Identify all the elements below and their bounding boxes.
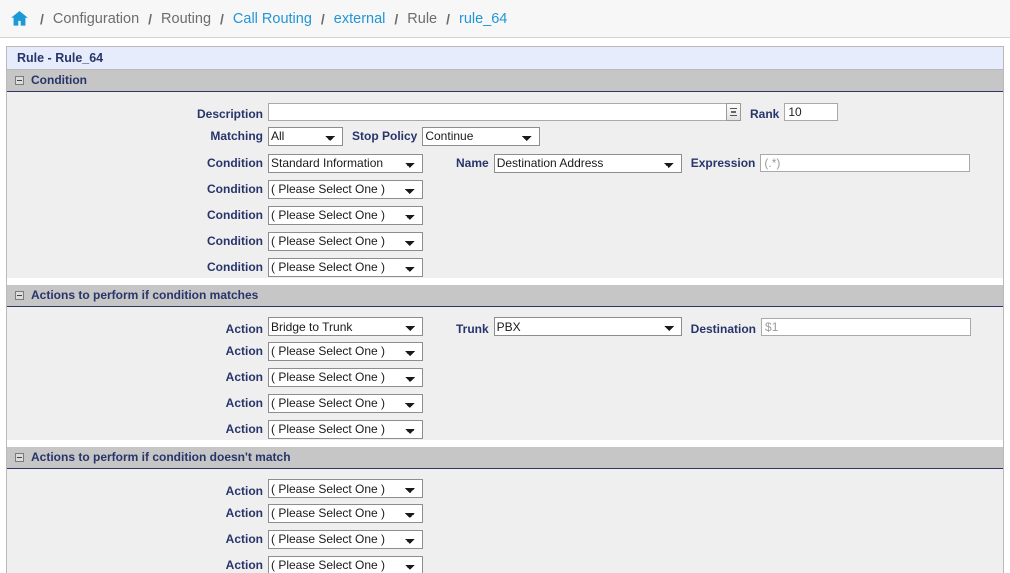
action-label-m5: Action bbox=[225, 422, 263, 436]
condition-select-4[interactable]: ( Please Select One ) bbox=[268, 231, 423, 251]
action-select-n2[interactable]: ( Please Select One ) bbox=[268, 503, 423, 523]
collapse-minus-icon[interactable] bbox=[15, 75, 24, 85]
breadcrumb-separator: / bbox=[320, 10, 325, 27]
stop-policy-label: Stop Policy bbox=[352, 129, 418, 143]
rank-label: Rank bbox=[750, 107, 780, 121]
breadcrumb-separator: / bbox=[40, 10, 44, 27]
action-label-n1: Action bbox=[225, 484, 263, 498]
breadcrumb-separator: / bbox=[394, 10, 399, 27]
condition-label-1: Condition bbox=[207, 156, 263, 170]
condition-label-5: Condition bbox=[207, 260, 263, 274]
condition-name-select[interactable]: Destination Address bbox=[493, 153, 682, 173]
breadcrumb-item-external[interactable]: external bbox=[334, 11, 386, 27]
action-label-m3: Action bbox=[225, 370, 263, 384]
text-picker-icon[interactable] bbox=[726, 103, 741, 121]
section-body-actions-nomatch: Action ( Please Select One ) Action ( Pl… bbox=[7, 469, 1003, 573]
condition-select-3[interactable]: ( Please Select One ) bbox=[268, 205, 423, 225]
condition-select-1[interactable]: Standard Information bbox=[268, 153, 423, 173]
section-header-actions-match[interactable]: Actions to perform if condition matches bbox=[7, 285, 1003, 307]
rule-panel: Rule - Rule_64 Condition Description Ran… bbox=[6, 46, 1004, 573]
collapse-minus-icon[interactable] bbox=[15, 452, 24, 462]
breadcrumb-item-configuration[interactable]: Configuration bbox=[53, 11, 139, 27]
breadcrumb-separator: / bbox=[446, 10, 450, 27]
matching-select[interactable]: All bbox=[268, 126, 343, 146]
breadcrumb: / Configuration / Routing / Call Routing… bbox=[0, 0, 1010, 38]
section-title-actions-nomatch: Actions to perform if condition doesn't … bbox=[31, 449, 291, 464]
condition-select-5[interactable]: ( Please Select One ) bbox=[268, 257, 423, 277]
action-select-m2[interactable]: ( Please Select One ) bbox=[268, 341, 423, 361]
section-title-condition: Condition bbox=[31, 72, 87, 87]
action-label-m1: Action bbox=[225, 322, 263, 336]
name-label: Name bbox=[456, 156, 489, 170]
action-select-n4[interactable]: ( Please Select One ) bbox=[268, 555, 423, 573]
description-input[interactable] bbox=[268, 103, 727, 121]
home-icon[interactable] bbox=[10, 9, 29, 28]
condition-label-3: Condition bbox=[207, 208, 263, 222]
expression-label: Expression bbox=[690, 156, 756, 170]
description-label: Description bbox=[196, 107, 263, 121]
action-select-m3[interactable]: ( Please Select One ) bbox=[268, 367, 423, 387]
collapse-minus-icon[interactable] bbox=[15, 290, 24, 300]
action-select-m1[interactable]: Bridge to Trunk bbox=[268, 317, 423, 336]
breadcrumb-item-rule-64[interactable]: rule_64 bbox=[459, 11, 507, 27]
action-label-n3: Action bbox=[225, 532, 263, 546]
trunk-select[interactable]: PBX bbox=[493, 317, 682, 336]
condition-label-2: Condition bbox=[207, 182, 263, 196]
breadcrumb-separator: / bbox=[220, 10, 224, 27]
section-body-condition: Description Rank Matching All Stop Polic… bbox=[7, 92, 1003, 278]
rank-input[interactable] bbox=[784, 103, 839, 121]
breadcrumb-item-routing[interactable]: Routing bbox=[161, 11, 211, 27]
destination-label: Destination bbox=[690, 322, 757, 336]
page-title: Rule - Rule_64 bbox=[7, 47, 1003, 70]
condition-label-4: Condition bbox=[207, 234, 263, 248]
trunk-label: Trunk bbox=[456, 322, 489, 336]
breadcrumb-item-rule[interactable]: Rule bbox=[407, 11, 437, 27]
section-title-actions-match: Actions to perform if condition matches bbox=[31, 287, 259, 302]
action-select-m4[interactable]: ( Please Select One ) bbox=[268, 393, 423, 413]
action-select-n3[interactable]: ( Please Select One ) bbox=[268, 529, 423, 549]
action-label-n4: Action bbox=[225, 558, 263, 572]
section-body-actions-match: Action Bridge to Trunk Trunk PBX Destina… bbox=[7, 307, 1003, 440]
breadcrumb-separator: / bbox=[148, 10, 153, 27]
condition-select-2[interactable]: ( Please Select One ) bbox=[268, 179, 423, 199]
action-label-m4: Action bbox=[225, 396, 263, 410]
action-label-n2: Action bbox=[225, 506, 263, 520]
section-header-actions-nomatch[interactable]: Actions to perform if condition doesn't … bbox=[7, 447, 1003, 469]
action-select-m5[interactable]: ( Please Select One ) bbox=[268, 419, 423, 439]
matching-label: Matching bbox=[210, 129, 263, 143]
breadcrumb-item-call-routing[interactable]: Call Routing bbox=[233, 11, 312, 27]
action-select-n1[interactable]: ( Please Select One ) bbox=[268, 479, 423, 498]
stop-policy-select[interactable]: Continue bbox=[422, 126, 541, 146]
destination-input[interactable] bbox=[761, 318, 972, 336]
expression-input[interactable] bbox=[760, 154, 971, 172]
action-label-m2: Action bbox=[225, 344, 263, 358]
section-header-condition[interactable]: Condition bbox=[7, 70, 1003, 92]
